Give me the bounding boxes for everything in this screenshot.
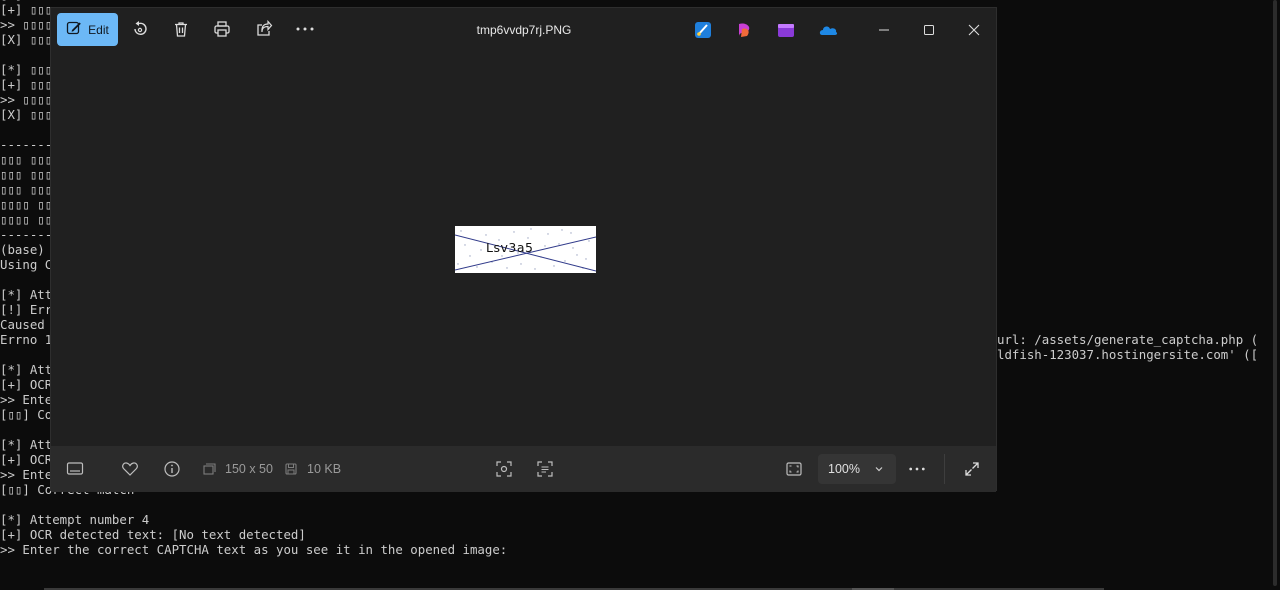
viewer-statusbar: 150 x 50 10 KB 100% bbox=[51, 446, 996, 492]
chevron-down-icon bbox=[874, 463, 884, 477]
heart-icon[interactable] bbox=[121, 460, 139, 478]
terminal-line: [*] Attempt number 4 bbox=[0, 512, 150, 527]
fullscreen-icon[interactable] bbox=[963, 460, 981, 478]
minimize-button[interactable] bbox=[869, 18, 899, 42]
terminal-line: [+] ▯▯▯ bbox=[0, 2, 53, 17]
captcha-image: Lsv3a5 bbox=[455, 226, 596, 273]
designer-app-icon[interactable] bbox=[736, 21, 754, 39]
terminal-line-right: ldfish-123037.hostingersite.com' ([ bbox=[997, 347, 1259, 362]
clipchamp-app-icon[interactable] bbox=[777, 21, 795, 39]
terminal-line: [X] ▯▯▯ bbox=[0, 107, 53, 122]
image-size-icon bbox=[200, 460, 218, 478]
terminal-line: ▯▯▯ ▯▯▯ bbox=[0, 152, 53, 167]
captcha-text: Lsv3a5 bbox=[486, 240, 533, 255]
terminal-line: >> Enter the correct CAPTCHA text as you… bbox=[0, 542, 508, 557]
terminal-line: ▯▯▯ ▯▯▯ bbox=[0, 182, 53, 197]
terminal-line-right: url: /assets/generate_captcha.php ( bbox=[997, 332, 1259, 347]
file-size-icon bbox=[282, 460, 300, 478]
terminal-line: [*] Att bbox=[0, 362, 53, 377]
info-icon[interactable] bbox=[163, 460, 181, 478]
close-button[interactable] bbox=[959, 18, 989, 42]
minimize-icon bbox=[879, 29, 889, 31]
terminal-scrollbar[interactable] bbox=[1266, 0, 1280, 590]
terminal-line: ▯▯▯ ▯▯▯ bbox=[0, 167, 53, 182]
terminal-line: [*] Att bbox=[0, 287, 53, 302]
terminal-line: Using C bbox=[0, 257, 53, 272]
close-icon bbox=[968, 24, 980, 36]
terminal-line: >> Ente bbox=[0, 392, 53, 407]
visual-search-icon[interactable] bbox=[495, 460, 513, 478]
viewer-toolbar: Edit tmp6vvdp7rj.PNG bbox=[51, 8, 996, 54]
image-dimensions: 150 x 50 bbox=[225, 462, 273, 476]
file-size: 10 KB bbox=[307, 462, 342, 476]
terminal-scroll-thumb[interactable] bbox=[1273, 0, 1277, 586]
photo-viewer-window: Edit tmp6vvdp7rj.PNG Lsv3a5 150 x 50 10 … bbox=[50, 7, 997, 492]
terminal-line: >> ▯▯▯▯ bbox=[0, 92, 53, 107]
filmstrip-icon[interactable] bbox=[66, 460, 84, 478]
more-options-icon[interactable] bbox=[908, 460, 926, 478]
terminal-line: [+] OCR detected text: [No text detected… bbox=[0, 527, 306, 542]
zoom-dropdown[interactable]: 100% bbox=[818, 454, 896, 484]
terminal-line: Caused bbox=[0, 317, 45, 332]
terminal-line: ▯▯▯▯ ▯▯ bbox=[0, 212, 53, 227]
terminal-line: >> ▯▯▯▯ bbox=[0, 17, 53, 32]
zoom-value: 100% bbox=[828, 462, 860, 476]
maximize-icon bbox=[924, 25, 934, 35]
terminal-line: [!] Err bbox=[0, 302, 53, 317]
paint-app-icon[interactable] bbox=[694, 21, 712, 39]
window-title: tmp6vvdp7rj.PNG bbox=[476, 23, 572, 37]
terminal-line: [*] ▯▯▯ bbox=[0, 62, 53, 77]
image-canvas[interactable]: Lsv3a5 bbox=[51, 54, 996, 446]
maximize-button[interactable] bbox=[914, 18, 944, 42]
statusbar-divider bbox=[944, 454, 945, 484]
terminal-line: [X] ▯▯▯ bbox=[0, 32, 53, 47]
terminal-line: [+] OCR bbox=[0, 377, 53, 392]
fit-to-window-icon[interactable] bbox=[785, 460, 803, 478]
terminal-line: [*] Att bbox=[0, 437, 53, 452]
onedrive-icon[interactable] bbox=[818, 21, 838, 39]
terminal-line: Errno 1 bbox=[0, 332, 53, 347]
terminal-line: [▯▯] Co bbox=[0, 407, 53, 422]
text-scan-icon[interactable] bbox=[536, 460, 554, 478]
terminal-line: ▯▯▯▯ ▯▯ bbox=[0, 197, 53, 212]
terminal-line: [+] ▯▯▯ bbox=[0, 77, 53, 92]
terminal-line: (base) bbox=[0, 242, 45, 257]
